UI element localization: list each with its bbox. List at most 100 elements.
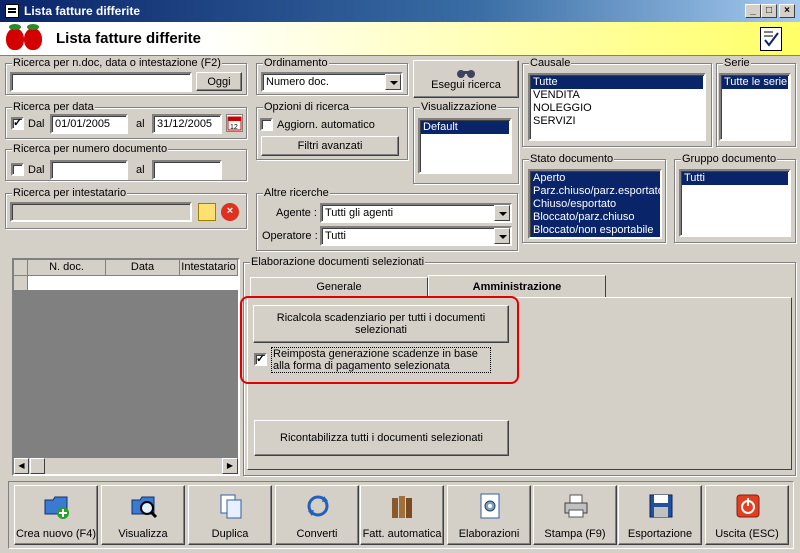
ordering-label: Ordinamento bbox=[263, 57, 329, 69]
number-to-label: al bbox=[136, 164, 145, 176]
list-item[interactable]: Bloccato/non esportabile bbox=[531, 224, 659, 237]
binoculars-icon bbox=[457, 70, 475, 78]
convert-icon bbox=[307, 495, 329, 517]
grid-corner bbox=[14, 260, 28, 276]
search-text-input[interactable] bbox=[10, 72, 192, 92]
auto-update-label: Aggiorn. automatico bbox=[277, 119, 375, 131]
doc-state-list[interactable]: Aperto Parz.chiuso/parz.esportato Chiuso… bbox=[528, 169, 662, 239]
window-title: Lista fatture differite bbox=[24, 4, 141, 18]
binders-icon bbox=[392, 496, 412, 518]
calendar-icon[interactable]: 12 bbox=[226, 114, 243, 132]
header-banner: Lista fatture differite bbox=[0, 22, 800, 56]
clear-icon[interactable]: × bbox=[221, 203, 239, 221]
recount-button[interactable]: Ricontabilizza tutti i documenti selezio… bbox=[254, 420, 509, 456]
chevron-down-icon[interactable] bbox=[494, 205, 510, 221]
checklist-icon[interactable] bbox=[760, 27, 782, 51]
list-item[interactable]: VENDITA bbox=[531, 89, 703, 102]
print-button[interactable]: Stampa (F9) bbox=[533, 485, 617, 545]
auto-invoice-button[interactable]: Fatt. automatica bbox=[360, 485, 444, 545]
close-button[interactable]: × bbox=[779, 4, 795, 18]
date-from-label: Dal bbox=[28, 118, 45, 130]
convert-button[interactable]: Converti bbox=[275, 485, 359, 545]
today-button[interactable]: Oggi bbox=[196, 72, 242, 91]
list-item[interactable]: Chiuso/esportato bbox=[531, 198, 659, 211]
reason-list[interactable]: Tutte VENDITA NOLEGGIO SERVIZI bbox=[528, 73, 706, 141]
table-row[interactable] bbox=[28, 276, 238, 290]
exit-icon bbox=[736, 494, 760, 518]
gear-document-icon bbox=[480, 493, 500, 519]
list-item[interactable]: Tutte le serie bbox=[722, 76, 788, 89]
search-text-label: Ricerca per n.doc, data o intestazione (… bbox=[12, 57, 222, 69]
scroll-thumb[interactable] bbox=[30, 458, 45, 474]
reason-label: Causale bbox=[529, 57, 572, 69]
view-button[interactable]: Visualizza bbox=[101, 485, 185, 545]
list-item[interactable]: SERVIZI bbox=[531, 115, 703, 128]
chevron-down-icon[interactable] bbox=[494, 228, 510, 244]
list-item[interactable]: Parz.chiuso/parz.esportato bbox=[531, 185, 660, 198]
auto-update-checkbox[interactable] bbox=[260, 118, 273, 131]
documents-grid[interactable]: N. doc. Data Intestatario ◀ ▶ bbox=[12, 258, 240, 476]
grid-header-number[interactable]: N. doc. bbox=[28, 260, 106, 276]
duplicate-button[interactable]: Duplica bbox=[188, 485, 272, 545]
series-label: Serie bbox=[723, 57, 751, 69]
operator-label: Operatore : bbox=[262, 230, 318, 242]
horizontal-scrollbar[interactable]: ◀ ▶ bbox=[14, 458, 238, 474]
export-button[interactable]: Esportazione bbox=[618, 485, 702, 545]
date-filter-checkbox[interactable]: ✓ bbox=[11, 117, 24, 130]
agent-select[interactable]: Tutti gli agenti bbox=[320, 203, 512, 223]
folder-add-icon bbox=[44, 496, 69, 519]
run-search-button[interactable]: Esegui ricerca bbox=[413, 60, 519, 98]
operator-select[interactable]: Tutti bbox=[320, 226, 512, 246]
maximize-button[interactable]: □ bbox=[761, 4, 777, 18]
advanced-filters-button[interactable]: Filtri avanzati bbox=[261, 136, 399, 156]
list-item[interactable]: NOLEGGIO bbox=[531, 102, 703, 115]
number-filter-checkbox[interactable] bbox=[11, 163, 24, 176]
processing-button[interactable]: Elaborazioni bbox=[447, 485, 531, 545]
ordering-select[interactable]: Numero doc. bbox=[261, 72, 403, 92]
strawberry-icon bbox=[24, 24, 42, 50]
row-indicator bbox=[14, 276, 28, 290]
svg-text:12: 12 bbox=[230, 124, 238, 131]
page-title: Lista fatture differite bbox=[56, 30, 202, 47]
list-item[interactable]: Tutte bbox=[531, 76, 703, 89]
number-to-input[interactable] bbox=[152, 160, 222, 180]
list-item[interactable]: Default bbox=[421, 121, 509, 134]
title-bar: Lista fatture differite _ □ × bbox=[0, 0, 800, 22]
exit-button[interactable]: Uscita (ESC) bbox=[705, 485, 789, 545]
processing-label: Elaborazione documenti selezionati bbox=[250, 256, 426, 268]
grid-header-holder[interactable]: Intestatario bbox=[180, 260, 238, 276]
list-item[interactable]: Tutti bbox=[682, 172, 788, 185]
view-label: Visualizzazione bbox=[420, 101, 498, 113]
number-from-label: Dal bbox=[28, 164, 45, 176]
date-to-input[interactable]: 31/12/2005 bbox=[152, 114, 222, 134]
doc-group-list[interactable]: Tutti bbox=[679, 169, 791, 237]
highlight-frame bbox=[240, 296, 519, 384]
search-date-label: Ricerca per data bbox=[12, 101, 95, 113]
doc-state-label: Stato documento bbox=[529, 153, 615, 165]
grid-header-date[interactable]: Data bbox=[106, 260, 180, 276]
view-list[interactable]: Default bbox=[418, 118, 512, 174]
doc-group-label: Gruppo documento bbox=[681, 153, 778, 165]
scroll-right-icon[interactable]: ▶ bbox=[222, 458, 238, 474]
scroll-left-icon[interactable]: ◀ bbox=[14, 458, 29, 474]
printer-icon bbox=[564, 494, 588, 518]
date-from-input[interactable]: 01/01/2005 bbox=[50, 114, 128, 134]
minimize-button[interactable]: _ bbox=[745, 4, 761, 18]
list-item[interactable]: Bloccato/parz.chiuso bbox=[531, 211, 659, 224]
search-options-label: Opzioni di ricerca bbox=[263, 101, 350, 113]
folder-search-icon bbox=[131, 496, 158, 519]
folder-open-icon[interactable] bbox=[198, 203, 216, 221]
series-list[interactable]: Tutte le serie bbox=[719, 73, 791, 141]
date-to-label: al bbox=[136, 118, 145, 130]
strawberry-icon bbox=[6, 24, 24, 50]
tab-generale[interactable]: Generale bbox=[250, 277, 428, 297]
search-holder-label: Ricerca per intestatario bbox=[12, 187, 128, 199]
floppy-icon bbox=[649, 494, 673, 518]
list-item[interactable]: Aperto bbox=[531, 172, 659, 185]
create-new-button[interactable]: Crea nuovo (F4) bbox=[14, 485, 98, 545]
holder-input[interactable] bbox=[10, 202, 192, 222]
tab-amministrazione[interactable]: Amministrazione bbox=[428, 275, 606, 298]
agent-label: Agente : bbox=[276, 207, 317, 219]
number-from-input[interactable] bbox=[50, 160, 128, 180]
chevron-down-icon[interactable] bbox=[385, 74, 401, 90]
